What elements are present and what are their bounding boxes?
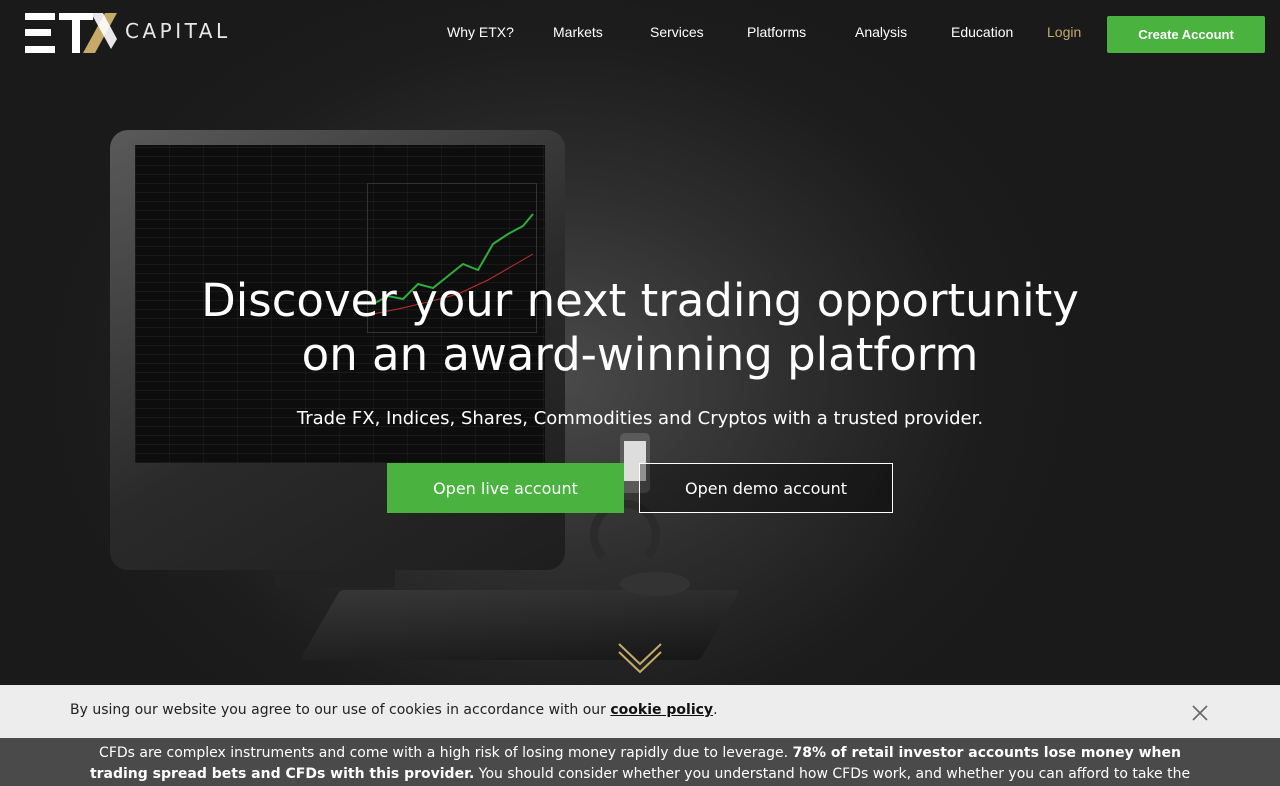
cookie-banner: By using our website you agree to our us… (0, 685, 1280, 738)
hero-title-line-1: Discover your next trading opportunity (201, 274, 1079, 327)
hero-title: Discover your next trading opportunity o… (0, 274, 1280, 382)
risk-text-after: You should consider whether you understa… (478, 766, 1191, 782)
open-demo-account-button[interactable]: Open demo account (639, 463, 893, 513)
risk-text-before: CFDs are complex instruments and come wi… (99, 745, 793, 761)
nav-services[interactable]: Services (650, 24, 704, 40)
cookie-message: By using our website you agree to our us… (70, 702, 718, 718)
keyboard-illustration (299, 590, 741, 660)
risk-warning-bar: CFDs are complex instruments and come wi… (0, 738, 1280, 786)
create-account-button[interactable]: Create Account (1107, 16, 1265, 53)
nav-education[interactable]: Education (951, 24, 1013, 40)
nav-analysis[interactable]: Analysis (855, 24, 907, 40)
cookie-policy-link[interactable]: cookie policy (610, 702, 713, 718)
cookie-text-before: By using our website you agree to our us… (70, 702, 611, 718)
mouse-illustration (620, 572, 690, 596)
main-nav: Why ETX? Markets Services Platforms Anal… (0, 24, 1280, 44)
risk-warning-text: CFDs are complex instruments and come wi… (85, 743, 1195, 786)
monitor-stand (275, 570, 395, 588)
hero-title-line-2: on an award-winning platform (301, 328, 979, 381)
site-header: CAPITAL Why ETX? Markets Services Platfo… (0, 0, 1280, 68)
nav-why-etx[interactable]: Why ETX? (447, 24, 514, 40)
open-live-account-button[interactable]: Open live account (387, 463, 624, 513)
cookie-text-after: . (713, 702, 718, 718)
nav-platforms[interactable]: Platforms (747, 24, 806, 40)
double-chevron-down-icon[interactable] (617, 640, 663, 674)
nav-markets[interactable]: Markets (553, 24, 603, 40)
login-link[interactable]: Login (1047, 24, 1081, 40)
page: CAPITAL Why ETX? Markets Services Platfo… (0, 0, 1280, 786)
close-icon[interactable] (1190, 703, 1210, 723)
hero-subtitle: Trade FX, Indices, Shares, Commodities a… (296, 408, 984, 429)
